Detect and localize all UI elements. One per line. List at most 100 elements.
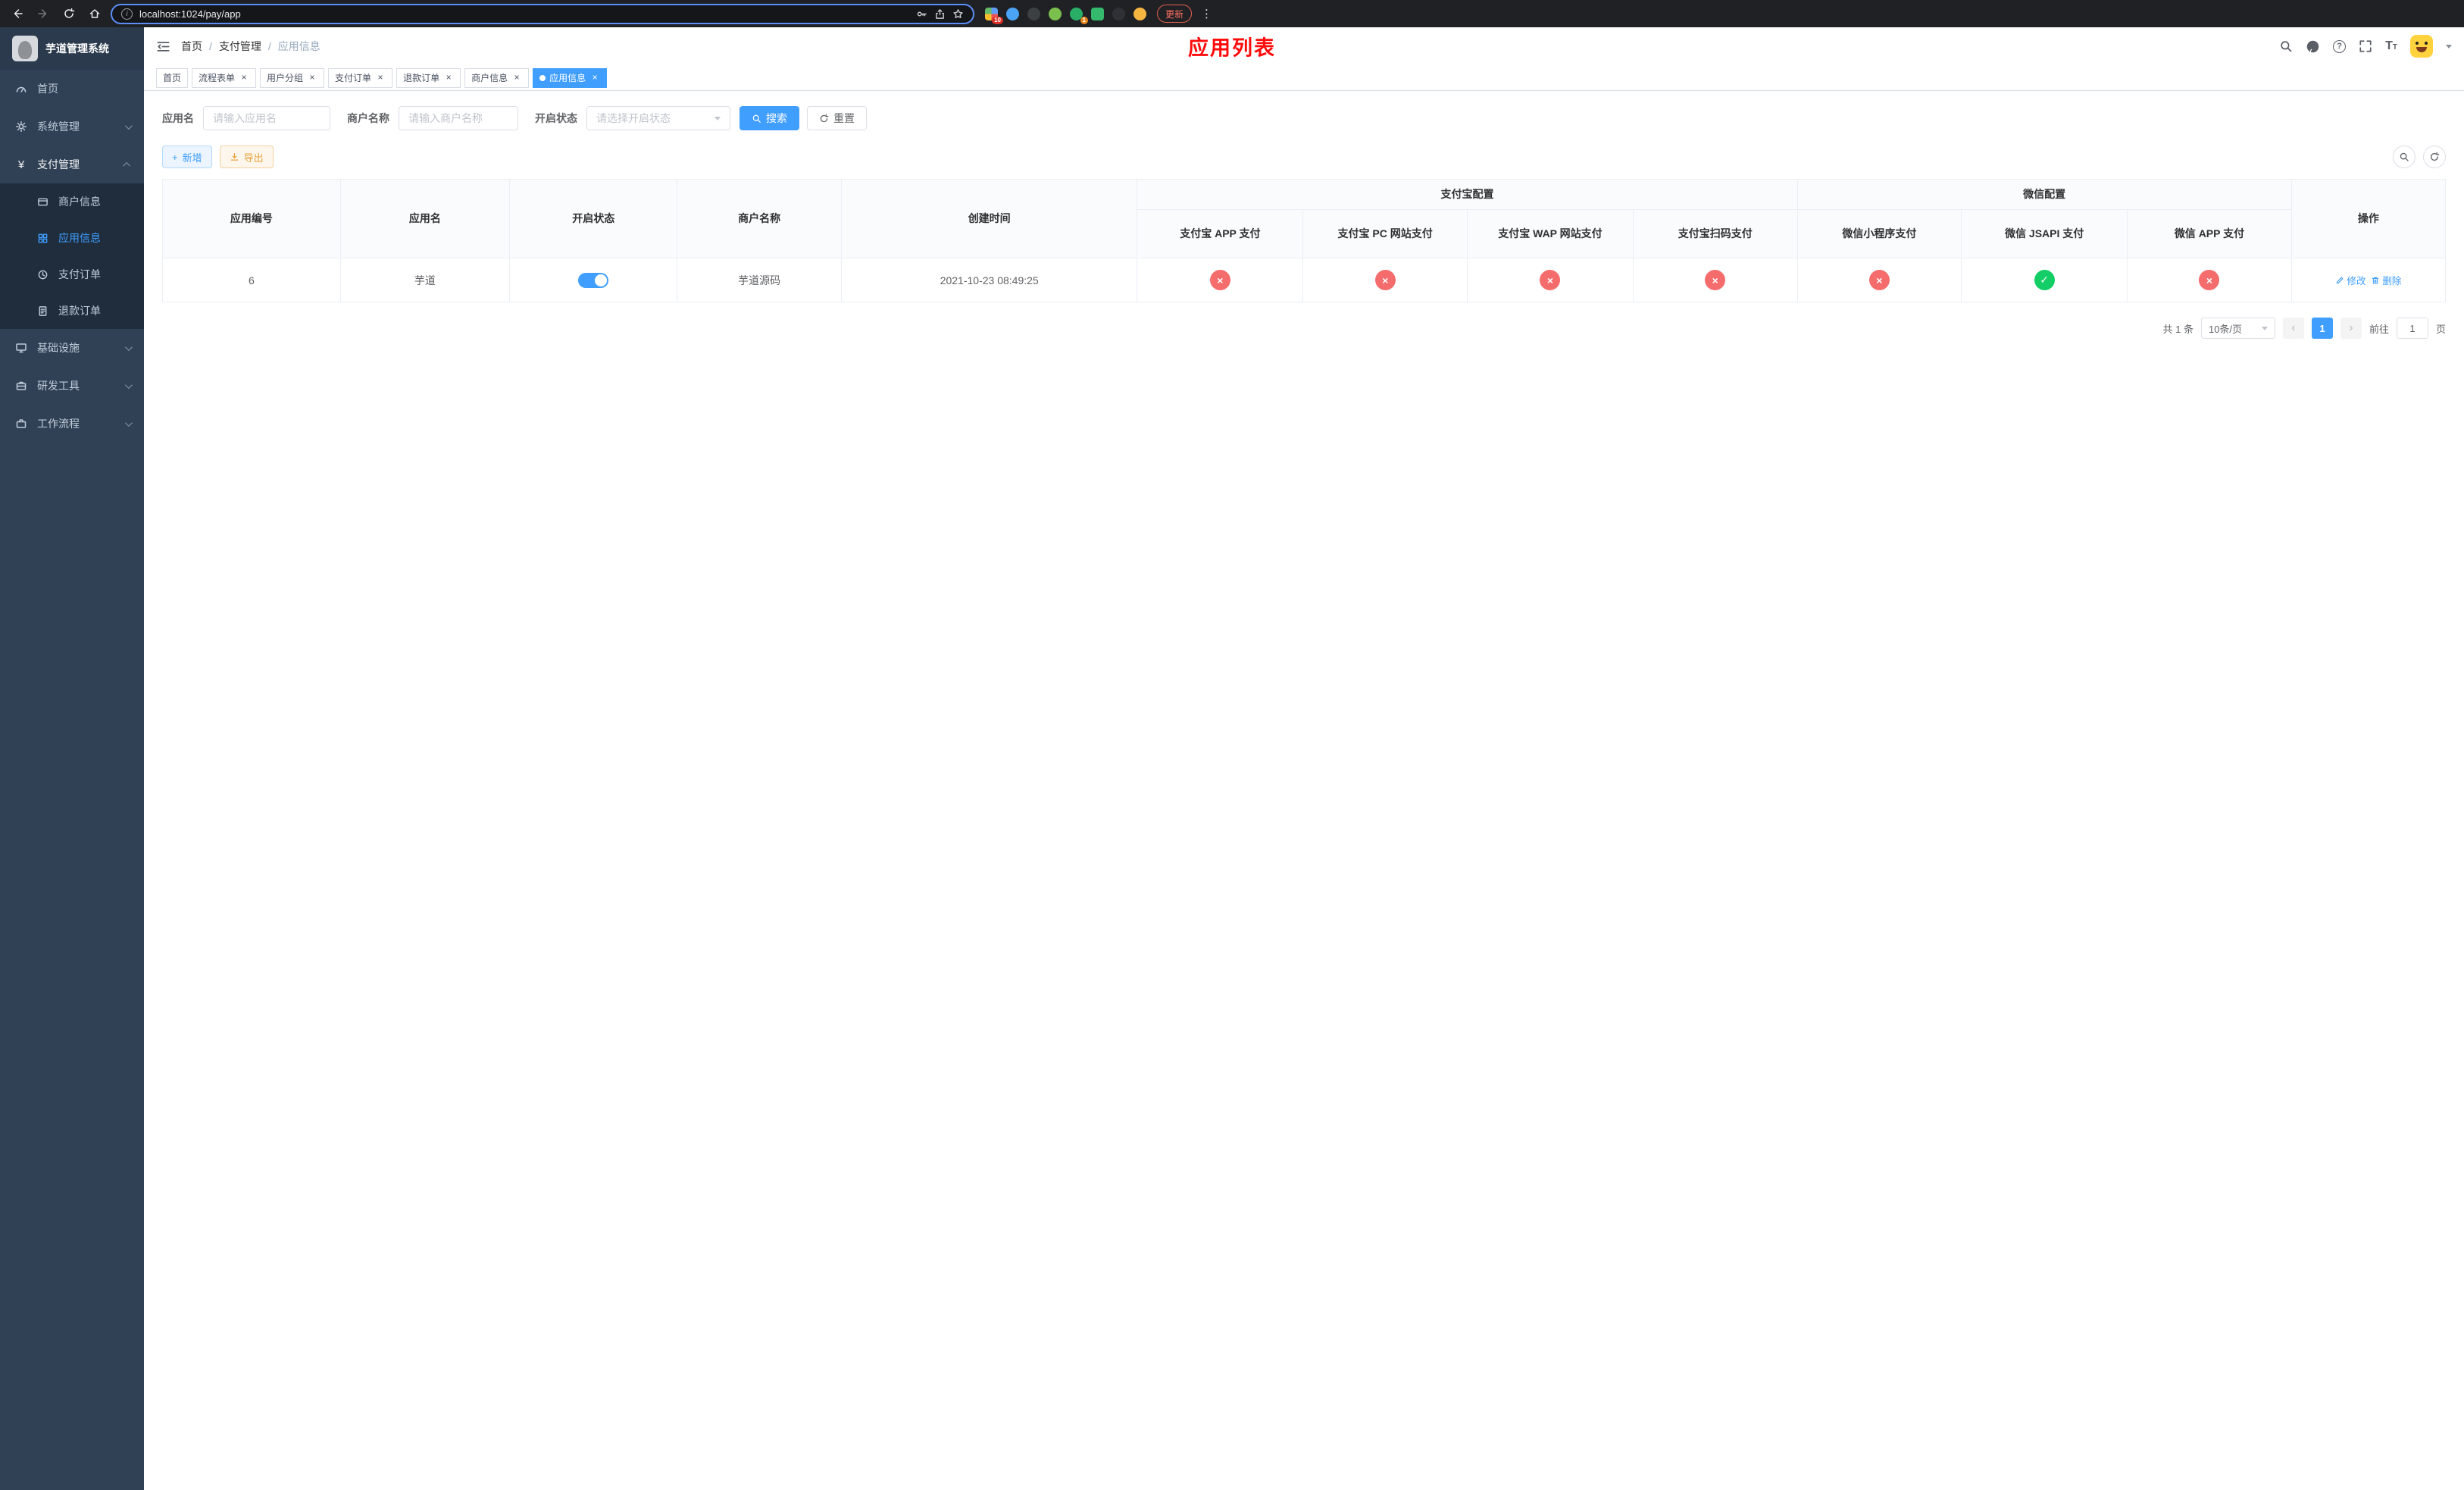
export-button[interactable]: 导出 xyxy=(219,146,274,168)
browser-back-button[interactable] xyxy=(8,4,27,23)
status-select[interactable]: 请选择开启状态 xyxy=(586,106,730,130)
browser-forward-button[interactable] xyxy=(33,4,53,23)
add-button[interactable]: + 新增 xyxy=(162,146,212,168)
status-badge: × xyxy=(1868,270,1890,290)
address-bar[interactable]: i localhost:1024/pay/app xyxy=(111,3,974,24)
sidebar-logo[interactable]: 芋道管理系统 xyxy=(0,27,144,70)
search-icon[interactable] xyxy=(2279,39,2293,53)
help-icon[interactable]: ? xyxy=(2333,39,2347,53)
sidebar-toggle-button[interactable] xyxy=(156,39,170,54)
edit-button[interactable]: 修改 xyxy=(2335,273,2366,287)
logo-avatar xyxy=(12,36,38,61)
tab-app-info[interactable]: 应用信息 × xyxy=(533,67,608,88)
fullscreen-icon[interactable] xyxy=(2359,39,2372,53)
status-badge: ✓ xyxy=(2034,270,2055,290)
sidebar-item-pay[interactable]: ¥ 支付管理 xyxy=(0,146,144,183)
download-icon xyxy=(230,152,238,161)
browser-menu-icon[interactable]: ⋮ xyxy=(1198,7,1215,20)
status-toggle[interactable] xyxy=(578,272,609,288)
sidebar-item-label: 支付订单 xyxy=(58,268,101,280)
sidebar-item-label: 基础设施 xyxy=(37,342,80,354)
sidebar-item-refund-order[interactable]: 退款订单 xyxy=(0,293,144,329)
tab-pay-order[interactable]: 支付订单 × xyxy=(328,67,393,88)
edit-button-label: 修改 xyxy=(2347,276,2366,286)
tab-home[interactable]: 首页 xyxy=(156,67,189,88)
tab-close-icon[interactable]: × xyxy=(375,72,386,83)
tab-close-icon[interactable]: × xyxy=(307,72,317,83)
extension-face-icon[interactable] xyxy=(1134,7,1146,20)
prev-page-button[interactable]: ‹ xyxy=(2282,318,2304,339)
sidebar-item-workflow[interactable]: 工作流程 xyxy=(0,405,144,443)
status-badge: × xyxy=(1209,270,1230,290)
breadcrumb-item[interactable]: 首页 xyxy=(181,39,202,54)
extension-avatar-icon[interactable] xyxy=(1049,7,1062,20)
sidebar-item-app-info[interactable]: 应用信息 xyxy=(0,220,144,256)
password-key-icon[interactable] xyxy=(916,8,927,20)
page-1-button[interactable]: 1 xyxy=(2311,318,2333,339)
col-header-alipay-pc: 支付宝 PC 网站支付 xyxy=(1302,209,1468,258)
github-icon[interactable] xyxy=(2306,39,2320,54)
yen-icon: ¥ xyxy=(17,158,25,171)
sidebar-item-home[interactable]: 首页 xyxy=(0,70,144,108)
col-header-wx-jsapi: 微信 JSAPI 支付 xyxy=(1961,209,2128,258)
toggle-search-button[interactable] xyxy=(2393,146,2416,168)
app-name-input[interactable] xyxy=(203,106,330,130)
sidebar-item-devtools[interactable]: 研发工具 xyxy=(0,367,144,405)
extensions-grid-icon[interactable]: 10 xyxy=(985,7,1003,24)
cell-alipay-pc: × xyxy=(1302,258,1468,302)
bookmark-star-icon[interactable] xyxy=(952,8,964,20)
cell-wx-jsapi: ✓ xyxy=(1961,258,2128,302)
tab-close-icon[interactable]: × xyxy=(589,72,600,83)
sidebar-item-label: 系统管理 xyxy=(37,121,80,133)
chevron-down-icon xyxy=(124,418,133,427)
app-table: 应用编号 应用名 开启状态 商户名称 创建时间 支付宝配置 微信配置 操作 支付… xyxy=(162,179,2447,302)
tab-close-icon[interactable]: × xyxy=(443,72,454,83)
breadcrumb-item[interactable]: 支付管理 xyxy=(219,39,261,54)
extension-chat-badge: 1 xyxy=(1080,16,1088,24)
browser-reload-button[interactable] xyxy=(59,4,79,23)
status-badge: × xyxy=(1705,270,1726,290)
tab-merchant-info[interactable]: 商户信息 × xyxy=(464,67,530,88)
tab-refund-order[interactable]: 退款订单 × xyxy=(396,67,461,88)
browser-home-button[interactable] xyxy=(85,4,105,23)
extension-dark-icon[interactable] xyxy=(1027,7,1040,20)
reset-button[interactable]: 重置 xyxy=(807,106,867,130)
delete-button[interactable]: 删除 xyxy=(2371,273,2401,287)
cell-name: 芋道 xyxy=(339,258,511,302)
merchant-name-input[interactable] xyxy=(399,106,518,130)
breadcrumb-separator: / xyxy=(267,40,271,52)
tab-close-icon[interactable]: × xyxy=(511,72,522,83)
extension-wechat-icon[interactable]: 1 xyxy=(1070,7,1088,24)
extension-blue-icon[interactable] xyxy=(1006,7,1019,20)
tab-close-icon[interactable]: × xyxy=(239,72,249,83)
sidebar-item-merchant-info[interactable]: 商户信息 xyxy=(0,183,144,220)
font-size-icon[interactable]: TT xyxy=(2385,39,2397,53)
search-button[interactable]: 搜索 xyxy=(740,106,799,130)
extension-green-square-icon[interactable] xyxy=(1091,7,1104,20)
breadcrumb-item-current: 应用信息 xyxy=(277,40,321,52)
search-icon xyxy=(752,114,761,123)
navbar-actions: ? TT xyxy=(2279,35,2452,58)
url-text[interactable]: localhost:1024/pay/app xyxy=(139,8,909,20)
share-icon[interactable] xyxy=(934,8,946,20)
next-page-button[interactable]: › xyxy=(2340,318,2362,339)
sidebar: 芋道管理系统 首页 系统管理 ¥ 支付管理 商户信息 应用信息 支付订单 退款订… xyxy=(0,27,144,1490)
avatar[interactable] xyxy=(2410,35,2433,58)
tab-user-group[interactable]: 用户分组 × xyxy=(260,67,325,88)
sidebar-item-infrastructure[interactable]: 基础设施 xyxy=(0,329,144,367)
plus-icon: + xyxy=(172,151,178,163)
extension-pin-icon[interactable] xyxy=(1112,7,1125,20)
avatar-caret-icon[interactable] xyxy=(2446,44,2452,49)
browser-update-button[interactable]: 更新 xyxy=(1157,5,1193,23)
tab-label: 流程表单 xyxy=(199,73,236,83)
sidebar-item-system[interactable]: 系统管理 xyxy=(0,108,144,146)
sidebar-item-pay-order[interactable]: 支付订单 xyxy=(0,256,144,293)
page-size-select[interactable]: 10条/页 xyxy=(2200,318,2275,339)
goto-page-input[interactable] xyxy=(2396,318,2428,339)
toolbar-right xyxy=(2393,146,2446,168)
tab-process-form[interactable]: 流程表单 × xyxy=(192,67,257,88)
app-name-label: 应用名 xyxy=(162,112,194,124)
site-info-icon[interactable]: i xyxy=(121,8,133,20)
cell-alipay-app: × xyxy=(1137,258,1304,302)
refresh-table-button[interactable] xyxy=(2423,146,2446,168)
